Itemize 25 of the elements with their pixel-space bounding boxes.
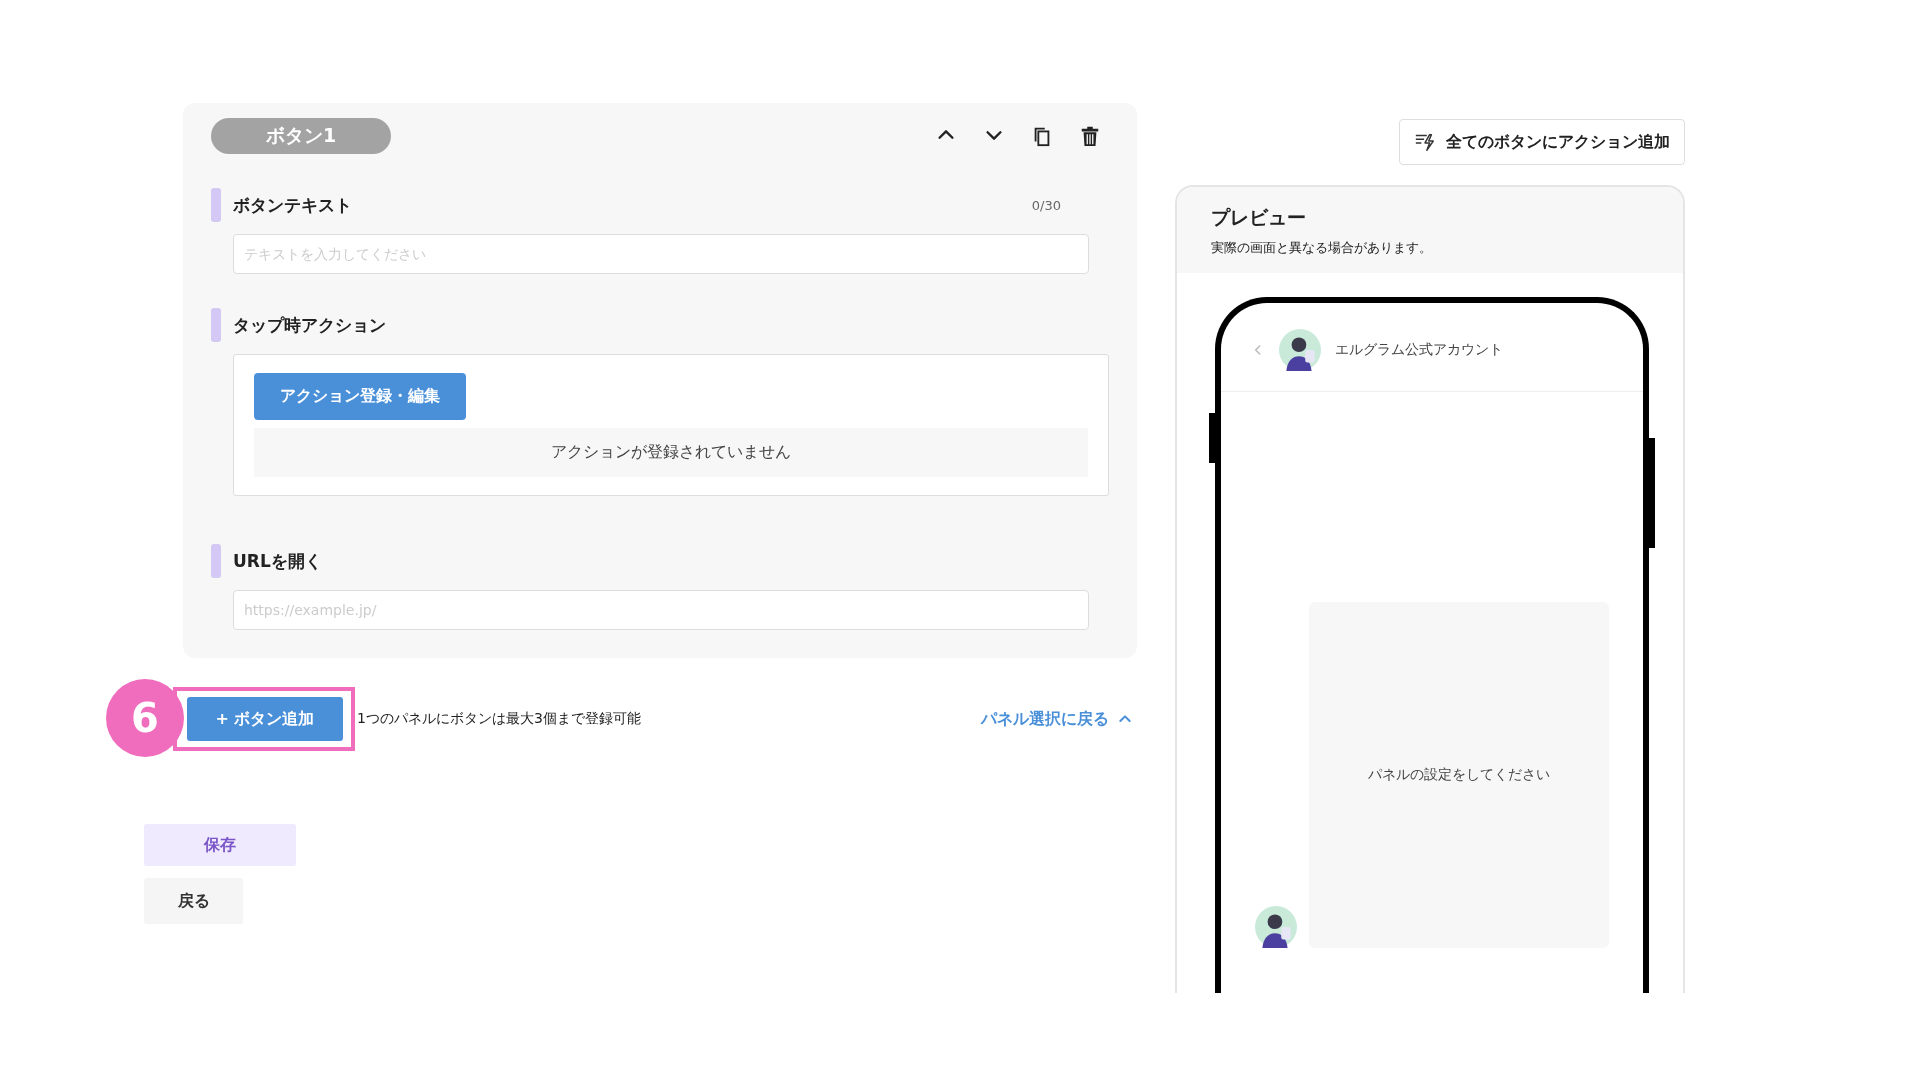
- add-button[interactable]: + ボタン追加: [187, 697, 343, 741]
- section-marker: [211, 544, 221, 578]
- limit-note: 1つのパネルにボタンは最大3個まで登録可能: [357, 710, 641, 728]
- field-label: ボタンテキスト: [233, 193, 352, 217]
- section-marker: [211, 308, 221, 342]
- character-counter: 0/30: [1031, 197, 1061, 213]
- account-name: エルグラム公式アカウント: [1335, 341, 1503, 359]
- preview-title: プレビュー: [1211, 205, 1307, 230]
- step-badge: 6: [106, 679, 184, 757]
- back-to-panels-link[interactable]: パネル選択に戻る: [981, 708, 1109, 730]
- button-title: ボタン1: [211, 118, 391, 154]
- back-button[interactable]: 戻る: [144, 878, 243, 924]
- preview-note: 実際の画面と異なる場合があります。: [1211, 239, 1433, 257]
- field-label: URLを開く: [233, 549, 322, 573]
- empty-action-message: アクションが登録されていません: [254, 428, 1088, 477]
- trash-icon[interactable]: [1079, 124, 1101, 148]
- avatar-icon: [1255, 906, 1297, 948]
- avatar-icon: [1279, 329, 1321, 371]
- placeholder-message: パネルの設定をしてください: [1368, 766, 1550, 784]
- section-marker: [211, 188, 221, 222]
- field-label: タップ時アクション: [233, 313, 386, 337]
- bulk-action-button[interactable]: 全てのボタンにアクション追加: [1399, 119, 1685, 165]
- action-edit-button[interactable]: アクション登録・編集: [254, 373, 466, 420]
- lightning-list-icon: [1414, 131, 1436, 153]
- save-button[interactable]: 保存: [144, 824, 296, 866]
